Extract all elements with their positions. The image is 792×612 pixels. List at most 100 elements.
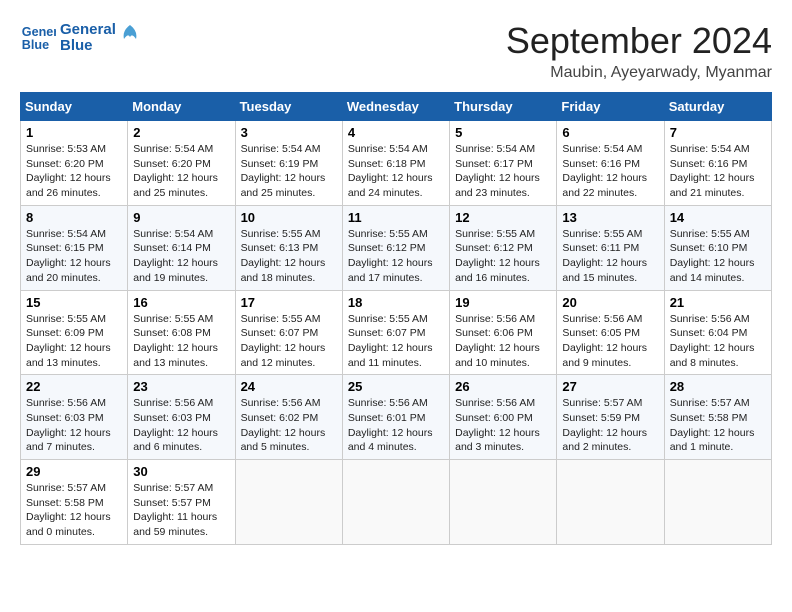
day-detail: Sunrise: 5:57 AM Sunset: 5:58 PM Dayligh… — [26, 481, 122, 540]
day-number: 27 — [562, 379, 658, 394]
logo-bird-icon — [120, 23, 140, 53]
day-detail: Sunrise: 5:54 AM Sunset: 6:20 PM Dayligh… — [133, 142, 229, 201]
calendar-cell: 26 Sunrise: 5:56 AM Sunset: 6:00 PM Dayli… — [450, 375, 557, 460]
month-title: September 2024 — [506, 20, 772, 62]
calendar-cell: 4 Sunrise: 5:54 AM Sunset: 6:18 PM Daylig… — [342, 121, 449, 206]
calendar-cell: 29 Sunrise: 5:57 AM Sunset: 5:58 PM Dayli… — [21, 460, 128, 545]
day-number: 1 — [26, 125, 122, 140]
calendar-cell: 3Sunrise: 5:54 AM Sunset: 6:19 PM Daylig… — [235, 121, 342, 206]
day-number: 15 — [26, 295, 122, 310]
calendar-cell — [664, 460, 771, 545]
header-day-tuesday: Tuesday — [235, 93, 342, 121]
calendar-week-2: 8 Sunrise: 5:54 AM Sunset: 6:15 PM Daylig… — [21, 205, 772, 290]
calendar-cell — [557, 460, 664, 545]
day-detail: Sunrise: 5:56 AM Sunset: 6:03 PM Dayligh… — [26, 396, 122, 455]
calendar-cell: 9 Sunrise: 5:54 AM Sunset: 6:14 PM Daylig… — [128, 205, 235, 290]
day-number: 30 — [133, 464, 229, 479]
logo-blue: Blue — [60, 38, 116, 55]
calendar-cell — [342, 460, 449, 545]
calendar-cell: 14Sunrise: 5:55 AM Sunset: 6:10 PM Dayli… — [664, 205, 771, 290]
calendar-week-4: 22 Sunrise: 5:56 AM Sunset: 6:03 PM Dayli… — [21, 375, 772, 460]
calendar-cell: 25Sunrise: 5:56 AM Sunset: 6:01 PM Dayli… — [342, 375, 449, 460]
day-number: 23 — [133, 379, 229, 394]
day-detail: Sunrise: 5:53 AM Sunset: 6:20 PM Dayligh… — [26, 142, 122, 201]
day-detail: Sunrise: 5:55 AM Sunset: 6:07 PM Dayligh… — [348, 312, 444, 371]
day-number: 4 — [348, 125, 444, 140]
calendar-table: SundayMondayTuesdayWednesdayThursdayFrid… — [20, 92, 772, 545]
calendar-cell: 18 Sunrise: 5:55 AM Sunset: 6:07 PM Dayli… — [342, 290, 449, 375]
calendar-cell: 11 Sunrise: 5:55 AM Sunset: 6:12 PM Dayli… — [342, 205, 449, 290]
header-day-saturday: Saturday — [664, 93, 771, 121]
page-header: General Blue General Blue September 2024… — [20, 20, 772, 82]
calendar-cell: 10 Sunrise: 5:55 AM Sunset: 6:13 PM Dayli… — [235, 205, 342, 290]
day-number: 9 — [133, 210, 229, 225]
day-detail: Sunrise: 5:56 AM Sunset: 6:00 PM Dayligh… — [455, 396, 551, 455]
calendar-cell: 21 Sunrise: 5:56 AM Sunset: 6:04 PM Dayli… — [664, 290, 771, 375]
day-detail: Sunrise: 5:55 AM Sunset: 6:09 PM Dayligh… — [26, 312, 122, 371]
logo: General Blue General Blue — [20, 20, 140, 56]
logo-icon: General Blue — [20, 20, 56, 56]
calendar-week-1: 1 Sunrise: 5:53 AM Sunset: 6:20 PM Daylig… — [21, 121, 772, 206]
day-number: 29 — [26, 464, 122, 479]
day-detail: Sunrise: 5:55 AM Sunset: 6:12 PM Dayligh… — [348, 227, 444, 286]
calendar-week-3: 15 Sunrise: 5:55 AM Sunset: 6:09 PM Dayli… — [21, 290, 772, 375]
calendar-cell: 30 Sunrise: 5:57 AM Sunset: 5:57 PM Dayli… — [128, 460, 235, 545]
day-detail: Sunrise: 5:57 AM Sunset: 5:59 PM Dayligh… — [562, 396, 658, 455]
day-number: 16 — [133, 295, 229, 310]
day-number: 2 — [133, 125, 229, 140]
calendar-cell: 8 Sunrise: 5:54 AM Sunset: 6:15 PM Daylig… — [21, 205, 128, 290]
day-detail: Sunrise: 5:54 AM Sunset: 6:18 PM Dayligh… — [348, 142, 444, 201]
location-title: Maubin, Ayeyarwady, Myanmar — [506, 64, 772, 82]
calendar-cell: 1 Sunrise: 5:53 AM Sunset: 6:20 PM Daylig… — [21, 121, 128, 206]
calendar-cell: 27 Sunrise: 5:57 AM Sunset: 5:59 PM Dayli… — [557, 375, 664, 460]
header-day-friday: Friday — [557, 93, 664, 121]
calendar-cell: 28Sunrise: 5:57 AM Sunset: 5:58 PM Dayli… — [664, 375, 771, 460]
day-number: 5 — [455, 125, 551, 140]
day-number: 6 — [562, 125, 658, 140]
day-detail: Sunrise: 5:56 AM Sunset: 6:04 PM Dayligh… — [670, 312, 766, 371]
calendar-cell: 6 Sunrise: 5:54 AM Sunset: 6:16 PM Daylig… — [557, 121, 664, 206]
day-detail: Sunrise: 5:54 AM Sunset: 6:14 PM Dayligh… — [133, 227, 229, 286]
day-detail: Sunrise: 5:55 AM Sunset: 6:11 PM Dayligh… — [562, 227, 658, 286]
day-detail: Sunrise: 5:54 AM Sunset: 6:16 PM Dayligh… — [562, 142, 658, 201]
calendar-cell: 24 Sunrise: 5:56 AM Sunset: 6:02 PM Dayli… — [235, 375, 342, 460]
day-number: 11 — [348, 210, 444, 225]
day-number: 24 — [241, 379, 337, 394]
day-detail: Sunrise: 5:55 AM Sunset: 6:13 PM Dayligh… — [241, 227, 337, 286]
day-detail: Sunrise: 5:56 AM Sunset: 6:03 PM Dayligh… — [133, 396, 229, 455]
day-number: 18 — [348, 295, 444, 310]
day-number: 8 — [26, 210, 122, 225]
calendar-cell: 13 Sunrise: 5:55 AM Sunset: 6:11 PM Dayli… — [557, 205, 664, 290]
day-detail: Sunrise: 5:57 AM Sunset: 5:57 PM Dayligh… — [133, 481, 229, 540]
calendar-cell: 5 Sunrise: 5:54 AM Sunset: 6:17 PM Daylig… — [450, 121, 557, 206]
day-detail: Sunrise: 5:56 AM Sunset: 6:06 PM Dayligh… — [455, 312, 551, 371]
day-number: 26 — [455, 379, 551, 394]
calendar-cell: 20 Sunrise: 5:56 AM Sunset: 6:05 PM Dayli… — [557, 290, 664, 375]
calendar-week-5: 29 Sunrise: 5:57 AM Sunset: 5:58 PM Dayli… — [21, 460, 772, 545]
day-number: 21 — [670, 295, 766, 310]
calendar-cell: 7Sunrise: 5:54 AM Sunset: 6:16 PM Daylig… — [664, 121, 771, 206]
header-day-thursday: Thursday — [450, 93, 557, 121]
day-detail: Sunrise: 5:56 AM Sunset: 6:02 PM Dayligh… — [241, 396, 337, 455]
day-number: 10 — [241, 210, 337, 225]
day-detail: Sunrise: 5:55 AM Sunset: 6:10 PM Dayligh… — [670, 227, 766, 286]
calendar-cell: 12Sunrise: 5:55 AM Sunset: 6:12 PM Dayli… — [450, 205, 557, 290]
calendar-header-row: SundayMondayTuesdayWednesdayThursdayFrid… — [21, 93, 772, 121]
calendar-body: 1 Sunrise: 5:53 AM Sunset: 6:20 PM Daylig… — [21, 121, 772, 545]
day-number: 20 — [562, 295, 658, 310]
day-detail: Sunrise: 5:54 AM Sunset: 6:15 PM Dayligh… — [26, 227, 122, 286]
calendar-cell: 16 Sunrise: 5:55 AM Sunset: 6:08 PM Dayli… — [128, 290, 235, 375]
day-detail: Sunrise: 5:54 AM Sunset: 6:17 PM Dayligh… — [455, 142, 551, 201]
day-detail: Sunrise: 5:56 AM Sunset: 6:05 PM Dayligh… — [562, 312, 658, 371]
header-day-monday: Monday — [128, 93, 235, 121]
logo-general: General — [60, 22, 116, 39]
calendar-cell: 2 Sunrise: 5:54 AM Sunset: 6:20 PM Daylig… — [128, 121, 235, 206]
calendar-cell: 22 Sunrise: 5:56 AM Sunset: 6:03 PM Dayli… — [21, 375, 128, 460]
day-detail: Sunrise: 5:55 AM Sunset: 6:08 PM Dayligh… — [133, 312, 229, 371]
title-area: September 2024 Maubin, Ayeyarwady, Myanm… — [506, 20, 772, 82]
day-detail: Sunrise: 5:57 AM Sunset: 5:58 PM Dayligh… — [670, 396, 766, 455]
day-number: 13 — [562, 210, 658, 225]
day-detail: Sunrise: 5:56 AM Sunset: 6:01 PM Dayligh… — [348, 396, 444, 455]
day-number: 22 — [26, 379, 122, 394]
calendar-cell: 19Sunrise: 5:56 AM Sunset: 6:06 PM Dayli… — [450, 290, 557, 375]
